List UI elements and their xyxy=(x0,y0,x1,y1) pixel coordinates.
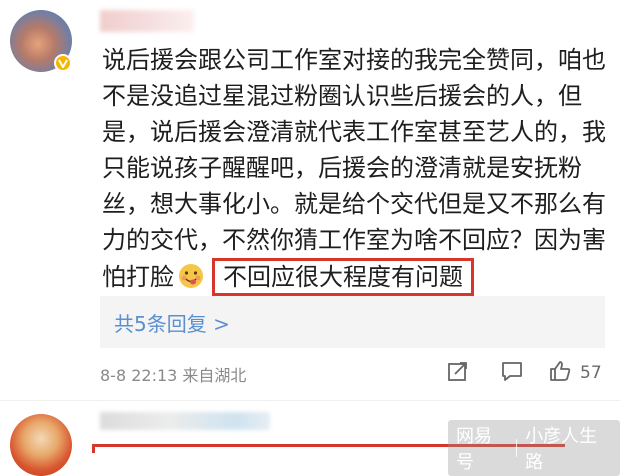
comment-icon xyxy=(500,359,524,387)
share-button[interactable] xyxy=(446,358,470,388)
comment-last-line: 怕打脸 不回应很大程度有问题 xyxy=(102,258,602,296)
comment-line: 是，说后援会澄清就代表工作室甚至艺人的，我 xyxy=(102,118,606,146)
comment-timestamp-location: 8-8 22:13 来自湖北 xyxy=(100,366,247,385)
yum-emoji-icon xyxy=(178,263,204,289)
highlighted-phrase: 不回应很大程度有问题 xyxy=(212,258,474,296)
thumbs-up-icon xyxy=(548,359,572,387)
comment-line: 说后援会跟公司工作室对接的我完全赞同，咱也 xyxy=(102,46,606,74)
user-avatar[interactable] xyxy=(10,10,72,72)
next-comment-blurred-username[interactable] xyxy=(100,412,270,430)
like-count: 57 xyxy=(580,363,602,383)
share-icon xyxy=(446,359,470,387)
comment-line: 力的交代，不然你猜工作室为啥不回应？因为害 xyxy=(102,226,606,254)
comment-line: 丝，想大事化小。就是给个交代但是又不那么有 xyxy=(102,190,606,218)
comment-line: 不是没追过星混过粉圈认识些后援会的人，但 xyxy=(102,82,582,110)
watermark-brand: 网易号 xyxy=(456,426,492,473)
view-replies-link[interactable]: 共5条回复 > xyxy=(114,308,230,337)
replies-panel[interactable]: 共5条回复 > xyxy=(100,296,605,348)
watermark-separator xyxy=(516,439,518,457)
comment-last-line-prefix: 怕打脸 xyxy=(102,263,174,291)
blurred-username[interactable] xyxy=(100,10,194,32)
watermark: 网易号 小彦人生路 xyxy=(448,420,620,476)
comment-divider xyxy=(0,400,620,401)
verified-badge-icon xyxy=(54,54,72,72)
like-button[interactable]: 57 xyxy=(548,358,602,388)
comment-button[interactable] xyxy=(500,358,524,388)
next-comment-avatar[interactable] xyxy=(10,414,72,476)
comment-text: 说后援会跟公司工作室对接的我完全赞同，咱也 不是没追过星混过粉圈认识些后援会的人… xyxy=(102,42,606,296)
watermark-author: 小彦人生路 xyxy=(525,426,598,473)
comment-line: 只能说孩子醒醒吧，后援会的澄清就是安抚粉 xyxy=(102,154,582,182)
